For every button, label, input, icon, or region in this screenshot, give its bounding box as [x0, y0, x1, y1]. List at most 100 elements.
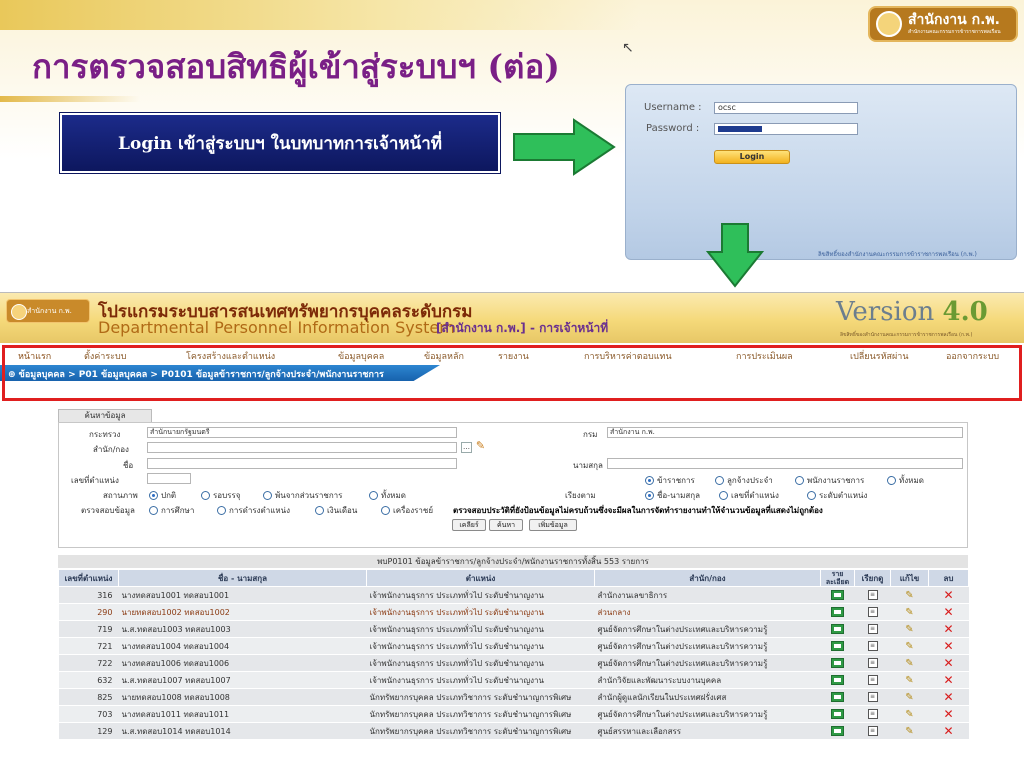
edit-icon[interactable]: ✎ [905, 641, 913, 652]
username-input[interactable]: ocsc [714, 102, 858, 114]
radio-type-all[interactable]: ทั้งหมด [887, 474, 924, 487]
cell-office: สำนักงานเลขาธิการ [594, 586, 821, 604]
delete-icon[interactable]: ✕ [943, 656, 953, 670]
delete-icon[interactable]: ✕ [943, 707, 953, 721]
edit-icon[interactable]: ✎ [905, 692, 913, 703]
cell-position-no: 719 [58, 620, 119, 638]
detail-icon[interactable] [831, 658, 844, 668]
view-icon[interactable]: ≡ [867, 641, 878, 651]
radio-status-pending[interactable]: รอบรรจุ [201, 489, 240, 502]
badge-subtitle: สำนักงานคณะกรรมการข้าราชการพลเรือน [908, 29, 1001, 35]
view-icon[interactable]: ≡ [867, 692, 878, 702]
clear-brush-icon[interactable]: ✎ [475, 440, 486, 452]
position-no-field[interactable] [147, 473, 191, 484]
detail-icon[interactable] [831, 675, 844, 685]
table-row[interactable]: 719 น.ส.ทดสอบ1003 ทดสอบ1003 เจ้าพนักงานธุร… [58, 620, 969, 638]
delete-icon[interactable]: ✕ [943, 673, 953, 687]
delete-icon[interactable]: ✕ [943, 639, 953, 653]
view-icon[interactable]: ≡ [867, 709, 878, 719]
delete-icon[interactable]: ✕ [943, 724, 953, 738]
clear-button[interactable]: เคลียร์ [452, 519, 486, 531]
detail-icon-cell [820, 637, 855, 655]
detail-icon[interactable] [831, 590, 844, 600]
radio-check-education[interactable]: การศึกษา [149, 504, 194, 517]
col-name[interactable]: ชื่อ - นามสกุล [118, 569, 367, 587]
arrow-right-icon [513, 118, 616, 176]
name-field[interactable] [147, 458, 457, 469]
search-button[interactable]: ค้นหา [489, 519, 523, 531]
cell-name: นางทดสอบ1006 ทดสอบ1006 [118, 654, 367, 672]
edit-icon[interactable]: ✎ [905, 726, 913, 737]
office-field[interactable] [147, 442, 457, 453]
delete-icon[interactable]: ✕ [943, 690, 953, 704]
cell-name: น.ส.ทดสอบ1003 ทดสอบ1003 [118, 620, 367, 638]
view-icon-cell: ≡ [854, 586, 891, 604]
detail-icon[interactable] [831, 726, 844, 736]
radio-status-all[interactable]: ทั้งหมด [369, 489, 406, 502]
delete-icon-cell: ✕ [928, 705, 969, 723]
table-row[interactable]: 721 นางทดสอบ1004 ทดสอบ1004 เจ้าพนักงานธุรก… [58, 637, 969, 655]
detail-icon[interactable] [831, 709, 844, 719]
check-label: ตรวจสอบข้อมูล [81, 506, 135, 515]
sort-label: เรียงตาม [565, 491, 596, 500]
edit-icon[interactable]: ✎ [905, 658, 913, 669]
radio-status-left[interactable]: พ้นจากส่วนราชการ [263, 489, 342, 502]
detail-icon[interactable] [831, 641, 844, 651]
detail-icon-cell [820, 722, 855, 740]
table-row[interactable]: 129 น.ส.ทดสอบ1014 ทดสอบ1014 นักทรัพยากรบุค… [58, 722, 969, 740]
radio-status-normal[interactable]: ปกติ [149, 489, 176, 502]
edit-icon[interactable]: ✎ [905, 590, 913, 601]
username-label: Username : [644, 102, 702, 113]
view-icon-cell: ≡ [854, 654, 891, 672]
surname-field[interactable] [607, 458, 963, 469]
detail-icon[interactable] [831, 607, 844, 617]
delete-icon[interactable]: ✕ [943, 605, 953, 619]
table-row[interactable]: 703 นางทดสอบ1011 ทดสอบ1011 นักทรัพยากรบุคค… [58, 705, 969, 723]
table-row[interactable]: 632 น.ส.ทดสอบ1007 ทดสอบ1007 เจ้าพนักงานธุร… [58, 671, 969, 689]
radio-sort-name[interactable]: ชื่อ-นามสกุล [645, 489, 700, 502]
app-logo[interactable]: สำนักงาน ก.พ. [6, 299, 90, 323]
view-icon[interactable]: ≡ [867, 607, 878, 617]
radio-type-permanent[interactable]: ลูกจ้างประจำ [715, 474, 773, 487]
radio-sort-position-no[interactable]: เลขที่ตำแหน่ง [719, 489, 779, 502]
col-edit: แก้ไข [890, 569, 929, 587]
login-button[interactable]: Login [714, 150, 790, 164]
col-position[interactable]: ตำแหน่ง [366, 569, 595, 587]
table-row[interactable]: 722 นางทดสอบ1006 ทดสอบ1006 เจ้าพนักงานธุรก… [58, 654, 969, 672]
table-row[interactable]: 290 นายทดสอบ1002 ทดสอบ1002 เจ้าพนักงานธุรก… [58, 603, 969, 621]
radio-type-civil[interactable]: ข้าราชการ [645, 474, 695, 487]
view-icon[interactable]: ≡ [867, 624, 878, 634]
delete-icon[interactable]: ✕ [943, 588, 953, 602]
password-input[interactable] [714, 123, 858, 135]
detail-icon[interactable] [831, 624, 844, 634]
edit-icon[interactable]: ✎ [905, 624, 913, 635]
radio-check-decorations[interactable]: เครื่องราชย์ [381, 504, 433, 517]
delete-icon[interactable]: ✕ [943, 622, 953, 636]
edit-icon[interactable]: ✎ [905, 607, 913, 618]
tab-search[interactable]: ค้นหาข้อมูล [58, 409, 152, 422]
view-icon[interactable]: ≡ [867, 675, 878, 685]
department-field[interactable]: สำนักงาน ก.พ. [607, 427, 963, 438]
ministry-field[interactable]: สำนักนายกรัฐมนตรี [147, 427, 457, 438]
col-office[interactable]: สำนัก/กอง [594, 569, 821, 587]
edit-icon[interactable]: ✎ [905, 675, 913, 686]
table-row[interactable]: 316 นางทดสอบ1001 ทดสอบ1001 เจ้าพนักงานธุรก… [58, 586, 969, 604]
view-icon[interactable]: ≡ [867, 726, 878, 736]
detail-icon-cell [820, 688, 855, 706]
detail-icon[interactable] [831, 692, 844, 702]
radio-check-positions[interactable]: การดำรงตำแหน่ง [217, 504, 290, 517]
radio-type-government-employee[interactable]: พนักงานราชการ [795, 474, 864, 487]
table-row[interactable]: 825 นายทดสอบ1008 ทดสอบ1008 นักทรัพยากรบุคค… [58, 688, 969, 706]
edit-icon[interactable]: ✎ [905, 709, 913, 720]
browse-button[interactable]: … [461, 442, 472, 453]
col-position-no[interactable]: เลขที่ตำแหน่ง [58, 569, 119, 587]
delete-icon-cell: ✕ [928, 722, 969, 740]
department-label: กรม [583, 430, 598, 439]
view-icon[interactable]: ≡ [867, 590, 878, 600]
view-icon[interactable]: ≡ [867, 658, 878, 668]
add-data-button[interactable]: เพิ่มข้อมูล [529, 519, 577, 531]
delete-icon-cell: ✕ [928, 586, 969, 604]
radio-sort-level[interactable]: ระดับตำแหน่ง [807, 489, 867, 502]
radio-check-salary[interactable]: เงินเดือน [315, 504, 357, 517]
cell-office: ส่วนกลาง [594, 603, 821, 621]
